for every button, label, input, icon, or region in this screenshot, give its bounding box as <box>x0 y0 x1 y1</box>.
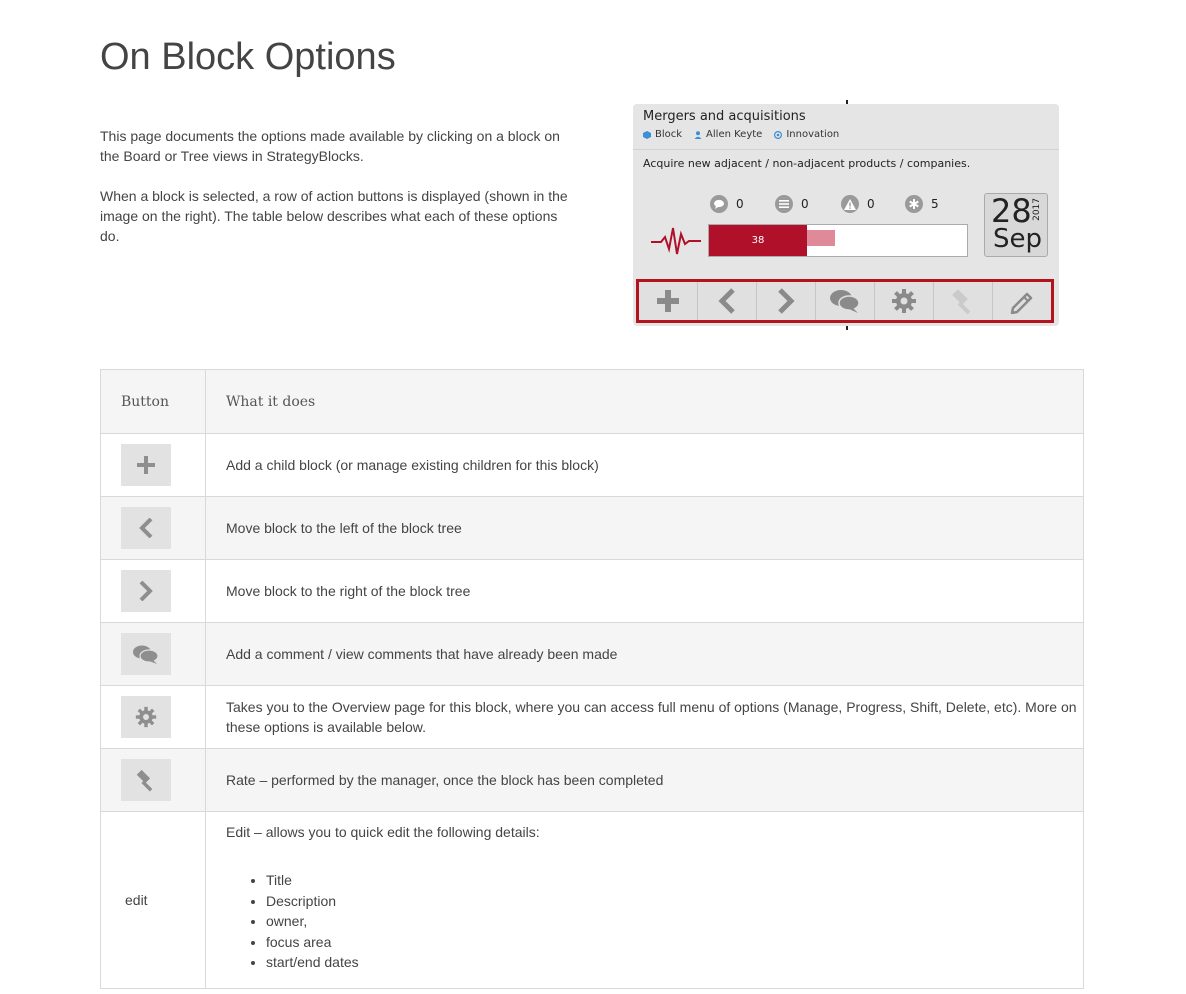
comments-icon <box>830 290 860 313</box>
items-count: 0 <box>775 195 809 213</box>
stat-value: 0 <box>801 197 809 211</box>
due-date: 28 2017 Sep <box>984 193 1048 257</box>
list-icon <box>775 195 793 213</box>
intro-paragraph: When a block is selected, a row of actio… <box>100 188 568 244</box>
pencil-icon <box>1010 292 1033 314</box>
comments-button[interactable] <box>121 633 171 675</box>
divider <box>633 149 1059 150</box>
row-description: Move block to the right of the block tre… <box>205 559 1084 623</box>
divider <box>846 326 848 330</box>
table-row: Takes you to the Overview page for this … <box>100 685 1084 749</box>
block-meta: Block Allen Keyte Innovation <box>643 129 839 140</box>
stat-value: 5 <box>931 197 939 211</box>
progress-label: 38 <box>751 235 765 246</box>
add-icon <box>137 456 155 474</box>
table-row: Move block to the right of the block tre… <box>100 559 1084 623</box>
asterisk-icon <box>905 195 923 213</box>
table-row: Add a child block (or manage existing ch… <box>100 433 1084 497</box>
chevron-right-icon <box>778 288 795 314</box>
add-child-button[interactable] <box>121 444 171 486</box>
list-item: focus area <box>266 932 1083 953</box>
block-type-label: Block <box>655 129 683 140</box>
table-row: Add a comment / view comments that have … <box>100 622 1084 686</box>
date-day: 28 <box>991 192 1032 230</box>
progress-bar: 38 <box>708 224 968 257</box>
column-header-what-it-does: What it does <box>205 369 1084 434</box>
block-title: Mergers and acquisitions <box>643 109 806 124</box>
edit-details-list: Title Description owner, focus area star… <box>226 870 1083 973</box>
list-item: Description <box>266 891 1083 912</box>
row-description: Rate – performed by the manager, once th… <box>205 748 1084 812</box>
row-description-edit: Edit – allows you to quick edit the foll… <box>205 811 1084 989</box>
table-row: Rate – performed by the manager, once th… <box>100 748 1084 812</box>
comments-icon <box>133 645 159 664</box>
warning-icon <box>841 195 859 213</box>
stat-value: 0 <box>867 197 875 211</box>
edit-button[interactable] <box>993 282 1051 320</box>
edit-button-label: edit <box>100 811 206 989</box>
edit-description: Edit – allows you to quick edit the foll… <box>226 824 540 840</box>
chevron-right-icon <box>139 581 153 601</box>
add-child-button[interactable] <box>639 282 698 320</box>
intro-paragraph: This page documents the options made ava… <box>100 128 560 164</box>
list-item: Title <box>266 870 1083 891</box>
gavel-icon <box>952 289 971 315</box>
progress-actual: 38 <box>709 225 807 256</box>
table-row: Move block to the left of the block tree <box>100 496 1084 560</box>
overview-button[interactable] <box>875 282 934 320</box>
overview-button[interactable] <box>121 696 171 738</box>
gavel-icon <box>136 769 153 792</box>
column-header-button: Button <box>100 369 206 434</box>
date-year: 2017 <box>1032 198 1042 221</box>
block-icon <box>643 130 651 139</box>
progress-expected <box>807 230 835 246</box>
stat-value: 0 <box>736 197 744 211</box>
rate-button[interactable] <box>934 282 993 320</box>
move-left-button[interactable] <box>121 507 171 549</box>
intro-text: This page documents the options made ava… <box>100 126 570 266</box>
list-item: owner, <box>266 911 1083 932</box>
chevron-left-icon <box>718 288 735 314</box>
focus-area-icon <box>774 130 783 139</box>
table-header-row: Button What it does <box>100 369 1084 434</box>
block-card: Mergers and acquisitions Block Allen Key… <box>633 104 1059 326</box>
page-title: On Block Options <box>100 36 396 78</box>
block-focus-area: Innovation <box>786 129 840 140</box>
row-description: Takes you to the Overview page for this … <box>205 685 1084 749</box>
table-row: edit Edit – allows you to quick edit the… <box>100 811 1084 989</box>
gear-icon <box>892 289 916 313</box>
comments-count: 0 <box>710 195 744 213</box>
action-buttons-row <box>636 279 1054 323</box>
block-owner: Allen Keyte <box>706 129 763 140</box>
row-description: Add a child block (or manage existing ch… <box>205 433 1084 497</box>
move-left-button[interactable] <box>698 282 757 320</box>
user-icon <box>694 130 702 139</box>
block-description: Acquire new adjacent / non-adjacent prod… <box>643 157 971 170</box>
comments-button[interactable] <box>816 282 875 320</box>
list-item: start/end dates <box>266 952 1083 973</box>
metrics-count: 5 <box>905 195 939 213</box>
row-description: Move block to the left of the block tree <box>205 496 1084 560</box>
add-icon <box>657 290 679 312</box>
move-right-button[interactable] <box>121 570 171 612</box>
rate-button[interactable] <box>121 759 171 801</box>
gear-icon <box>135 706 157 728</box>
options-table: Button What it does Add a child block (o… <box>100 369 1084 989</box>
health-pulse-icon <box>651 227 701 255</box>
chevron-left-icon <box>139 518 153 538</box>
row-description: Add a comment / view comments that have … <box>205 622 1084 686</box>
issues-count: 0 <box>841 195 875 213</box>
date-month: Sep <box>993 224 1043 254</box>
move-right-button[interactable] <box>757 282 816 320</box>
comments-icon <box>710 195 728 213</box>
